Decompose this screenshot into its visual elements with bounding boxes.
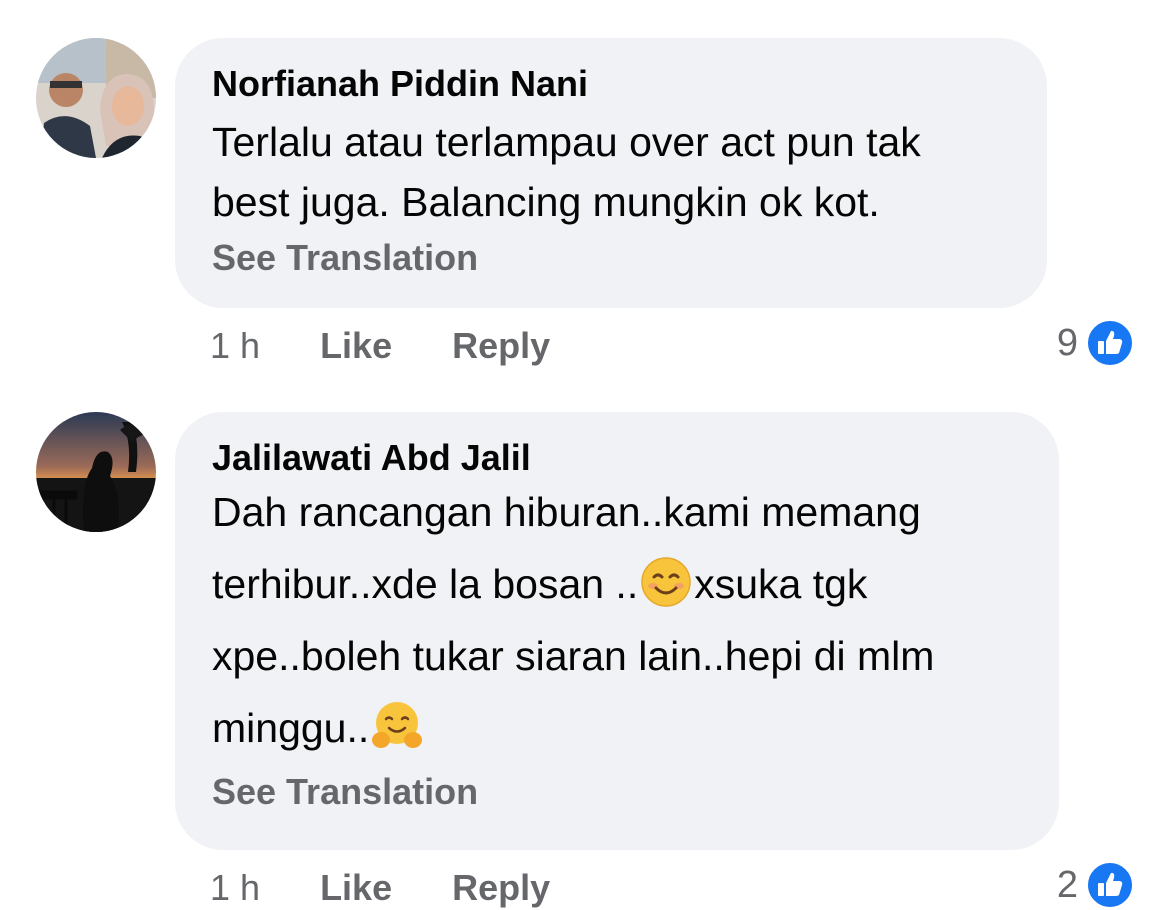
see-translation-link[interactable]: See Translation bbox=[212, 772, 1023, 812]
comment-line: xpe..boleh tukar siaran lain..hepi di ml… bbox=[212, 633, 935, 679]
like-button[interactable]: Like bbox=[320, 326, 392, 366]
like-button[interactable]: Like bbox=[320, 868, 392, 908]
avatar-photo-icon bbox=[36, 412, 156, 532]
comment-bubble: Norfianah Piddin Nani Terlalu atau terla… bbox=[175, 38, 1047, 308]
comment-line: Dah rancangan hiburan..kami memang bbox=[212, 489, 921, 535]
reply-button[interactable]: Reply bbox=[452, 326, 550, 366]
avatar[interactable] bbox=[36, 38, 156, 158]
comment-segment: terhibur..xde la bosan .. bbox=[212, 561, 639, 607]
smiling-face-emoji-icon bbox=[641, 557, 691, 607]
avatar-photo-icon bbox=[36, 38, 156, 158]
like-icon bbox=[1086, 861, 1134, 909]
timestamp[interactable]: 1 h bbox=[210, 326, 260, 366]
reply-button[interactable]: Reply bbox=[452, 868, 550, 908]
reaction-summary[interactable]: 2 bbox=[1057, 861, 1134, 909]
reaction-summary[interactable]: 9 bbox=[1057, 319, 1134, 367]
comment-line: best juga. Balancing mungkin ok kot. bbox=[212, 179, 880, 225]
avatar[interactable] bbox=[36, 412, 156, 532]
hugging-face-emoji-icon bbox=[372, 702, 423, 748]
author-name[interactable]: Norfianah Piddin Nani bbox=[212, 64, 1011, 104]
see-translation-link[interactable]: See Translation bbox=[212, 238, 1011, 278]
comment-text: Terlalu atau terlampau over act pun tak … bbox=[212, 112, 1011, 232]
like-icon bbox=[1086, 319, 1134, 367]
comment-actions: 1 h Like Reply bbox=[210, 868, 550, 908]
comment-bubble: Jalilawati Abd Jalil Dah rancangan hibur… bbox=[175, 412, 1059, 850]
comment-line: terhibur..xde la bosan .. xsuka tgk bbox=[212, 548, 1023, 620]
comment-text: Dah rancangan hiburan..kami memang terhi… bbox=[212, 476, 1023, 764]
comment-actions: 1 h Like Reply bbox=[210, 326, 550, 366]
comment-segment: xsuka tgk bbox=[694, 561, 868, 607]
comment-segment: minggu.. bbox=[212, 705, 370, 751]
comment-line: Terlalu atau terlampau over act pun tak bbox=[212, 119, 921, 165]
timestamp[interactable]: 1 h bbox=[210, 868, 260, 908]
author-name[interactable]: Jalilawati Abd Jalil bbox=[212, 438, 1023, 478]
reaction-count: 2 bbox=[1056, 863, 1078, 906]
comment-line: minggu.. bbox=[212, 692, 1023, 764]
reaction-count: 9 bbox=[1056, 321, 1078, 364]
